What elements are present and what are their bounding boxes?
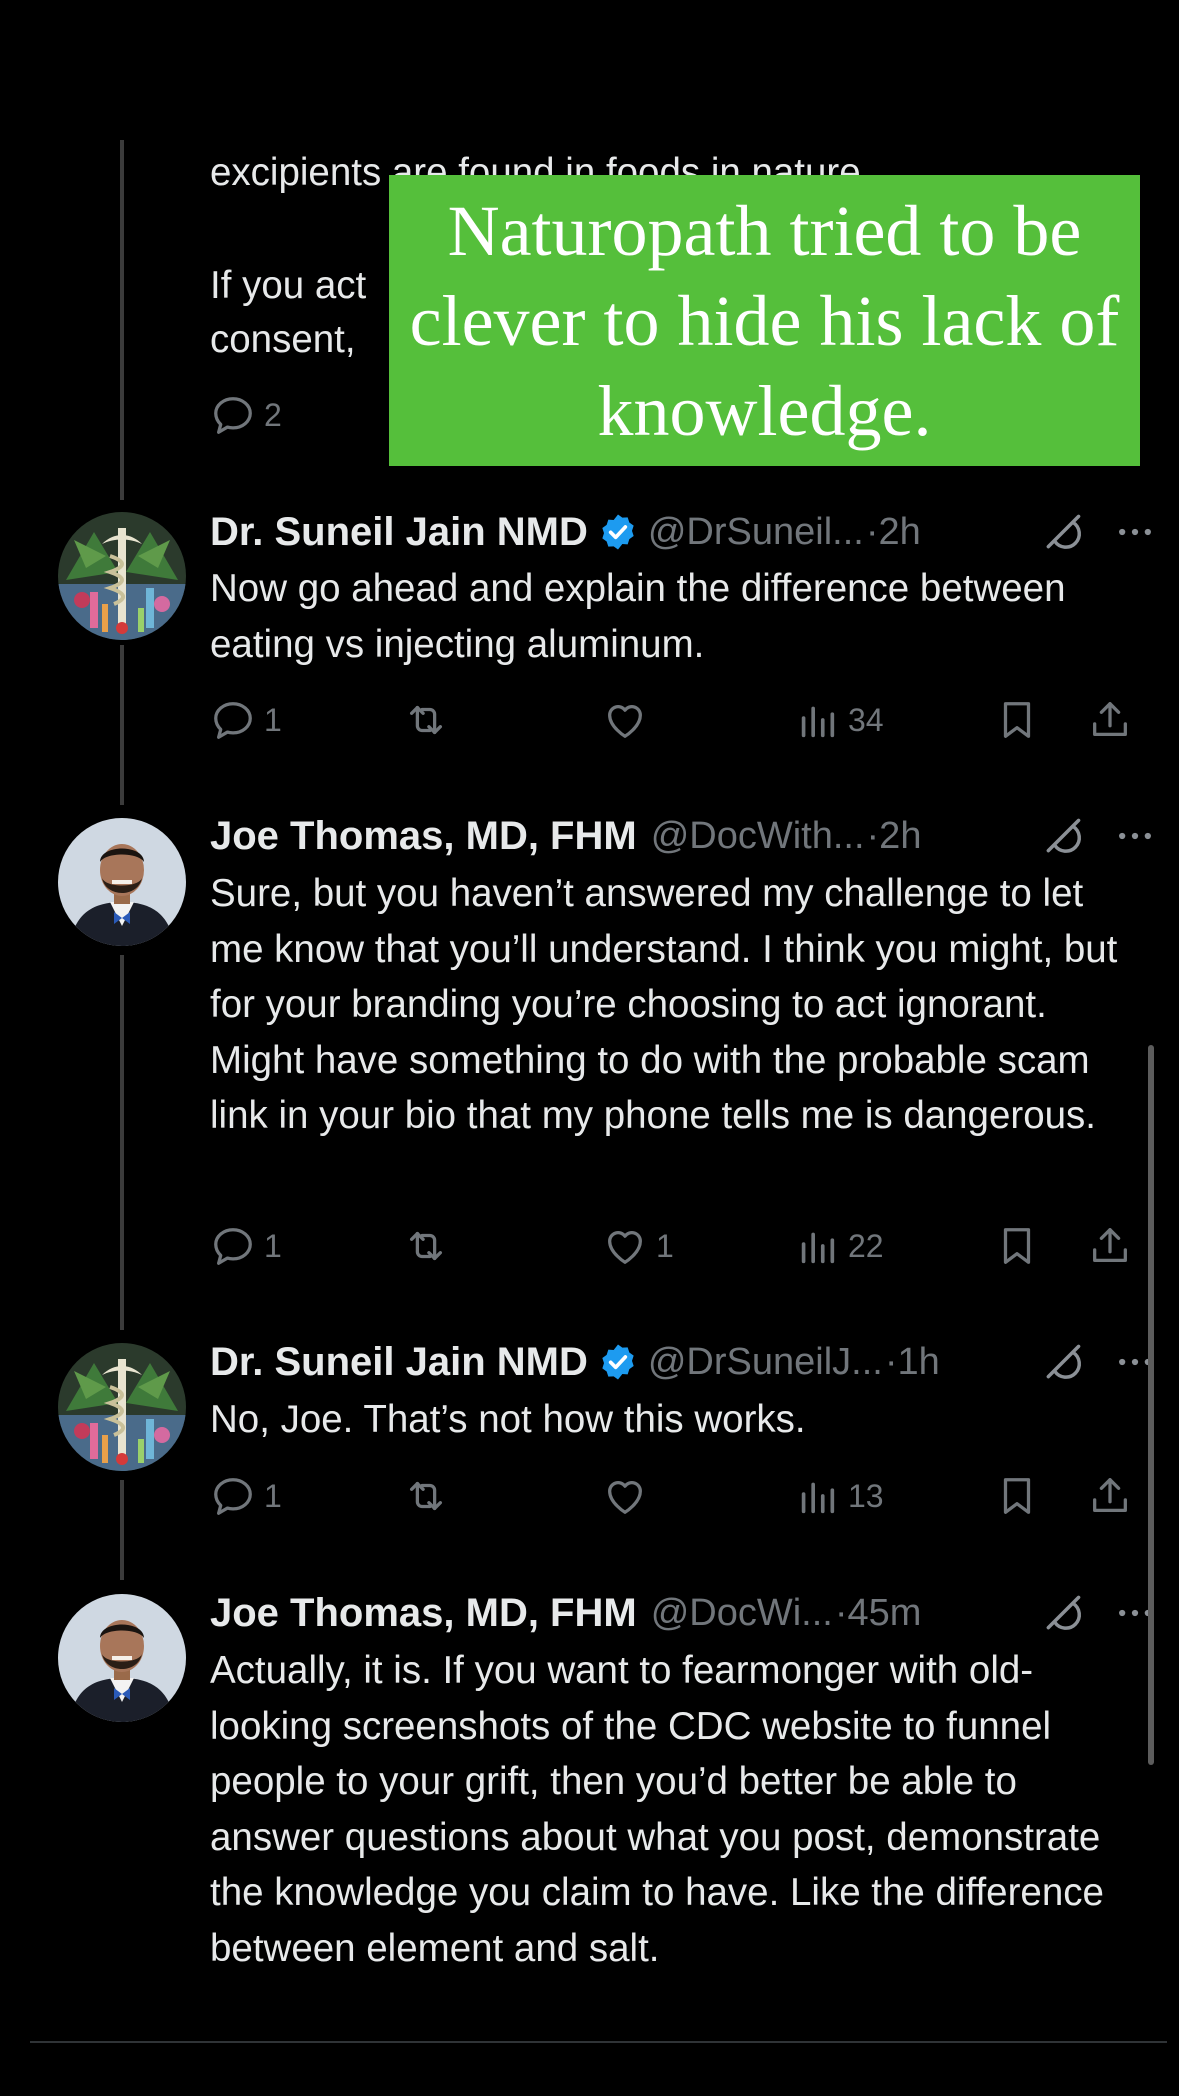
timestamp[interactable]: ·2h	[866, 511, 921, 554]
like-button[interactable]: 1	[602, 1216, 674, 1276]
reply-button[interactable]: 1	[210, 690, 282, 750]
retweet-icon	[403, 1473, 449, 1519]
scrollbar[interactable]	[1148, 1045, 1154, 1765]
views-icon	[794, 1473, 840, 1519]
views-count: 13	[848, 1477, 884, 1514]
bookmark-icon	[994, 1473, 1040, 1519]
views-button[interactable]: 22	[794, 1216, 884, 1276]
bookmark-icon	[994, 697, 1040, 743]
reply-count: 2	[264, 396, 282, 433]
avatar[interactable]	[58, 818, 186, 946]
thread-line	[120, 140, 124, 500]
avatar[interactable]	[58, 1594, 186, 1722]
retweet-button[interactable]	[403, 690, 449, 750]
bookmark-button[interactable]	[994, 1216, 1040, 1276]
heart-icon	[602, 1223, 648, 1269]
divider	[30, 2041, 1167, 2043]
heart-icon	[602, 1473, 648, 1519]
caption-text: Naturopath tried to be clever to hide hi…	[409, 190, 1120, 451]
grok-icon[interactable]	[1041, 1340, 1085, 1384]
thread-line	[120, 955, 124, 1330]
reply-count: 1	[264, 701, 282, 738]
author-name[interactable]: Dr. Suneil Jain NMD	[210, 1340, 588, 1385]
reply-icon	[210, 392, 256, 438]
views-icon	[794, 697, 840, 743]
heart-icon	[602, 697, 648, 743]
reply-count: 1	[264, 1477, 282, 1514]
like-button[interactable]	[602, 1466, 648, 1526]
author-handle[interactable]: @DrSuneilJ...	[648, 1341, 883, 1384]
grok-icon[interactable]	[1041, 814, 1085, 858]
thread-line	[120, 1480, 124, 1580]
author-handle[interactable]: @DocWith...	[651, 815, 865, 858]
author-handle[interactable]: @DrSuneil...	[648, 511, 864, 554]
retweet-button[interactable]	[403, 1216, 449, 1276]
thread-line	[120, 645, 124, 805]
author-name[interactable]: Dr. Suneil Jain NMD	[210, 510, 588, 555]
timestamp[interactable]: ·45m	[835, 1592, 922, 1635]
views-button[interactable]: 13	[794, 1466, 884, 1526]
bookmark-icon	[994, 1223, 1040, 1269]
views-count: 34	[848, 701, 884, 738]
retweet-icon	[403, 1223, 449, 1269]
grok-icon[interactable]	[1041, 1591, 1085, 1635]
reply-button[interactable]: 1	[210, 1216, 282, 1276]
more-options-icon[interactable]	[1113, 814, 1157, 858]
views-count: 22	[848, 1227, 884, 1264]
author-name[interactable]: Joe Thomas, MD, FHM	[210, 814, 637, 859]
reply-button[interactable]: 2	[210, 385, 282, 445]
reply-button[interactable]: 1	[210, 1466, 282, 1526]
tweet-text: Sure, but you haven’t answered my challe…	[210, 872, 1118, 1137]
like-count: 1	[656, 1227, 674, 1264]
caption-overlay: Naturopath tried to be clever to hide hi…	[389, 175, 1140, 466]
share-button[interactable]	[1087, 690, 1133, 750]
author-handle[interactable]: @DocWi...	[651, 1592, 833, 1635]
reply-icon	[210, 1473, 256, 1519]
timestamp[interactable]: ·1h	[885, 1341, 940, 1384]
share-icon	[1087, 697, 1133, 743]
retweet-button[interactable]	[403, 1466, 449, 1526]
avatar[interactable]	[58, 1343, 186, 1471]
verified-badge-icon	[598, 512, 638, 552]
reply-icon	[210, 697, 256, 743]
tweet-text: Actually, it is. If you want to fearmong…	[210, 1649, 1104, 1970]
like-button[interactable]	[602, 690, 648, 750]
share-icon	[1087, 1473, 1133, 1519]
bookmark-button[interactable]	[994, 1466, 1040, 1526]
retweet-icon	[403, 697, 449, 743]
share-button[interactable]	[1087, 1216, 1133, 1276]
reply-icon	[210, 1223, 256, 1269]
views-button[interactable]: 34	[794, 690, 884, 750]
reply-count: 1	[264, 1227, 282, 1264]
share-button[interactable]	[1087, 1466, 1133, 1526]
grok-icon[interactable]	[1041, 510, 1085, 554]
verified-badge-icon	[598, 1342, 638, 1382]
bookmark-button[interactable]	[994, 690, 1040, 750]
avatar[interactable]	[58, 512, 186, 640]
timestamp[interactable]: ·2h	[867, 815, 922, 858]
share-icon	[1087, 1223, 1133, 1269]
views-icon	[794, 1223, 840, 1269]
tweet-text: No, Joe. That’s not how this works.	[210, 1398, 806, 1441]
more-options-icon[interactable]	[1113, 510, 1157, 554]
tweet-text: Now go ahead and explain the difference …	[210, 567, 1066, 666]
author-name[interactable]: Joe Thomas, MD, FHM	[210, 1591, 637, 1636]
